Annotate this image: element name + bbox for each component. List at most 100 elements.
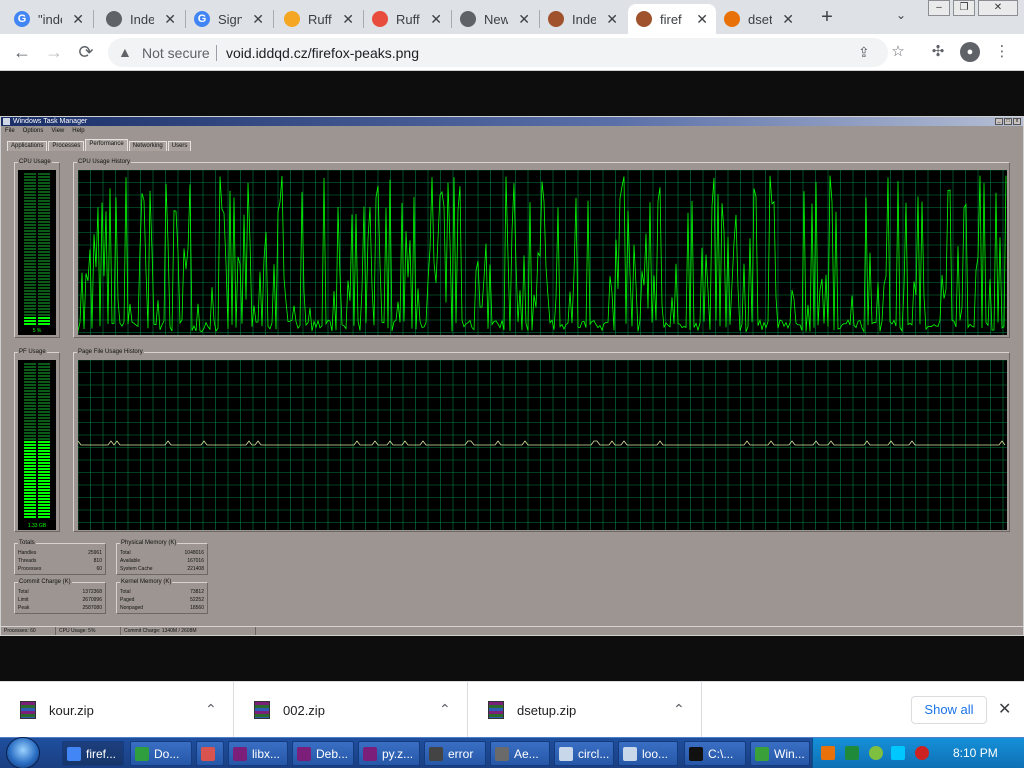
url-text[interactable]: void.iddqd.cz/firefox-peaks.png [226, 45, 419, 61]
menu-kebab-icon[interactable]: ⋮ [992, 42, 1012, 62]
browser-tab[interactable]: Inde ✕ [540, 4, 626, 34]
taskbar-button[interactable]: firef... [62, 741, 124, 766]
kernel-memory-label: Kernel Memory (K) [120, 579, 173, 585]
taskbar-button[interactable]: py.z... [358, 741, 420, 766]
stat-value: 1372368 [82, 589, 102, 595]
tm-app-icon [3, 118, 10, 125]
chevron-up-icon[interactable]: ⌃ [439, 701, 451, 718]
download-filename[interactable]: 002.zip [283, 703, 325, 718]
close-tab-icon[interactable]: ✕ [606, 11, 618, 28]
close-window-button[interactable]: ✕ [978, 0, 1018, 16]
taskbar-app-icon [67, 746, 81, 761]
download-filename[interactable]: dsetup.zip [517, 703, 576, 718]
taskbar-app-icon [297, 746, 311, 761]
tab-separator [273, 10, 274, 28]
stat-value: 60 [96, 566, 102, 572]
stat-label: Handles [18, 550, 37, 556]
reload-button[interactable]: ⟳ [74, 40, 98, 64]
taskbar-clock[interactable]: 8:10 PM [953, 746, 998, 760]
browser-tab[interactable]: firef ✕ [628, 4, 716, 34]
close-tab-icon[interactable]: ✕ [696, 11, 708, 28]
tray-app-icon[interactable] [845, 746, 859, 760]
warning-icon[interactable]: ▲ [118, 44, 132, 60]
physical-memory-label: Physical Memory (K) [120, 540, 178, 546]
bookmark-star-icon[interactable]: ☆ [888, 42, 908, 62]
share-icon[interactable]: ⇪ [858, 44, 870, 61]
taskbar-app-icon [623, 746, 637, 761]
maximize-button[interactable]: ❐ [953, 0, 975, 16]
pf-history-group: Page File Usage History [73, 349, 1010, 532]
stat-label: Threads [18, 558, 37, 564]
show-all-downloads-button[interactable]: Show all [911, 696, 987, 724]
browser-tab[interactable]: New ✕ [452, 4, 538, 34]
browser-tab[interactable]: Inde ✕ [98, 4, 184, 34]
taskbar-button[interactable]: Do... [130, 741, 192, 766]
cpu-history-label: CPU Usage History [77, 159, 132, 165]
browser-tab[interactable]: dset ✕ [716, 4, 802, 34]
stat-label: Paged [120, 597, 135, 603]
taskbar-app-icon [495, 746, 509, 761]
taskbar-button[interactable]: Win... [750, 741, 810, 766]
tm-status-processes: Processes: 60 [1, 627, 56, 635]
stat-row: Nonpaged 18560 [120, 605, 204, 611]
download-item[interactable]: 002.zip ⌃ [234, 682, 468, 738]
close-tab-icon[interactable]: ✕ [782, 11, 794, 28]
close-tab-icon[interactable]: ✕ [518, 11, 530, 28]
start-button[interactable] [6, 737, 40, 768]
taskbar-label: Do... [154, 746, 180, 761]
taskbar-button[interactable]: circl... [554, 741, 614, 766]
taskbar-app-icon [689, 746, 703, 761]
cpu-meter-bars [24, 173, 50, 325]
tray-display-icon[interactable] [891, 746, 905, 760]
download-item[interactable]: dsetup.zip ⌃ [468, 682, 702, 738]
stat-value: 167016 [187, 558, 204, 564]
tray-app-icon[interactable] [821, 746, 835, 760]
taskbar-button[interactable]: Ae... [490, 741, 550, 766]
taskbar-button[interactable]: libx... [228, 741, 288, 766]
tab-search-button[interactable]: ⌄ [896, 8, 906, 22]
taskbar-app-icon [559, 746, 573, 761]
taskbar-button[interactable]: Deb... [292, 741, 354, 766]
security-label[interactable]: Not secure [142, 45, 210, 61]
taskbar-label: error [448, 746, 474, 761]
stat-row: Total 73812 [120, 589, 204, 595]
profile-avatar-icon[interactable]: ● [960, 42, 980, 62]
cpu-meter: 5 % [18, 170, 56, 335]
close-tab-icon[interactable]: ✕ [72, 11, 84, 28]
stat-label: Processes [18, 566, 42, 572]
extensions-icon[interactable]: ✣ [928, 42, 948, 62]
stat-value: 2587080 [82, 605, 102, 611]
download-filename[interactable]: kour.zip [49, 703, 94, 718]
taskbar-label: circl... [578, 746, 610, 761]
taskbar-button[interactable] [196, 741, 224, 766]
close-tab-icon[interactable]: ✕ [164, 11, 176, 28]
cpu-usage-group: CPU Usage 5 % [14, 159, 60, 338]
download-item[interactable]: kour.zip ⌃ [0, 682, 234, 738]
close-tab-icon[interactable]: ✕ [252, 11, 264, 28]
taskbar-button[interactable]: error [424, 741, 486, 766]
close-downloads-bar-icon[interactable]: ✕ [998, 699, 1011, 719]
tray-volume-icon[interactable] [915, 746, 929, 760]
back-button[interactable]: ← [10, 40, 34, 64]
browser-tab[interactable]: Ruffl ✕ [276, 4, 362, 34]
gear-icon [724, 11, 740, 27]
minimize-button[interactable]: – [928, 0, 950, 16]
taskbar-button[interactable]: loo... [618, 741, 678, 766]
browser-tab[interactable]: Ruffl ✕ [364, 4, 450, 34]
taskbar-label: firef... [86, 746, 117, 761]
browser-tab[interactable]: G "inde ✕ [6, 4, 92, 34]
close-tab-icon[interactable]: ✕ [430, 11, 442, 28]
taskbar-button[interactable]: C:\... [684, 741, 746, 766]
address-bar[interactable]: ▲ Not secure void.iddqd.cz/firefox-peaks… [108, 38, 888, 67]
taskbar-label: libx... [252, 746, 281, 761]
chevron-up-icon[interactable]: ⌃ [673, 701, 685, 718]
new-tab-button[interactable]: + [816, 6, 838, 29]
close-tab-icon[interactable]: ✕ [342, 11, 354, 28]
chevron-up-icon[interactable]: ⌃ [205, 701, 217, 718]
forward-button[interactable]: → [42, 40, 66, 64]
physical-memory-group: Physical Memory (K) Total 1048016 Availab… [116, 540, 208, 575]
tm-menu-options: Options [22, 128, 44, 134]
tray-network-icon[interactable] [869, 746, 883, 760]
windows-taskbar: 8:10 PM firef... Do... libx... Deb... py.z..… [0, 737, 1024, 768]
browser-tab[interactable]: G Sign ✕ [186, 4, 272, 34]
